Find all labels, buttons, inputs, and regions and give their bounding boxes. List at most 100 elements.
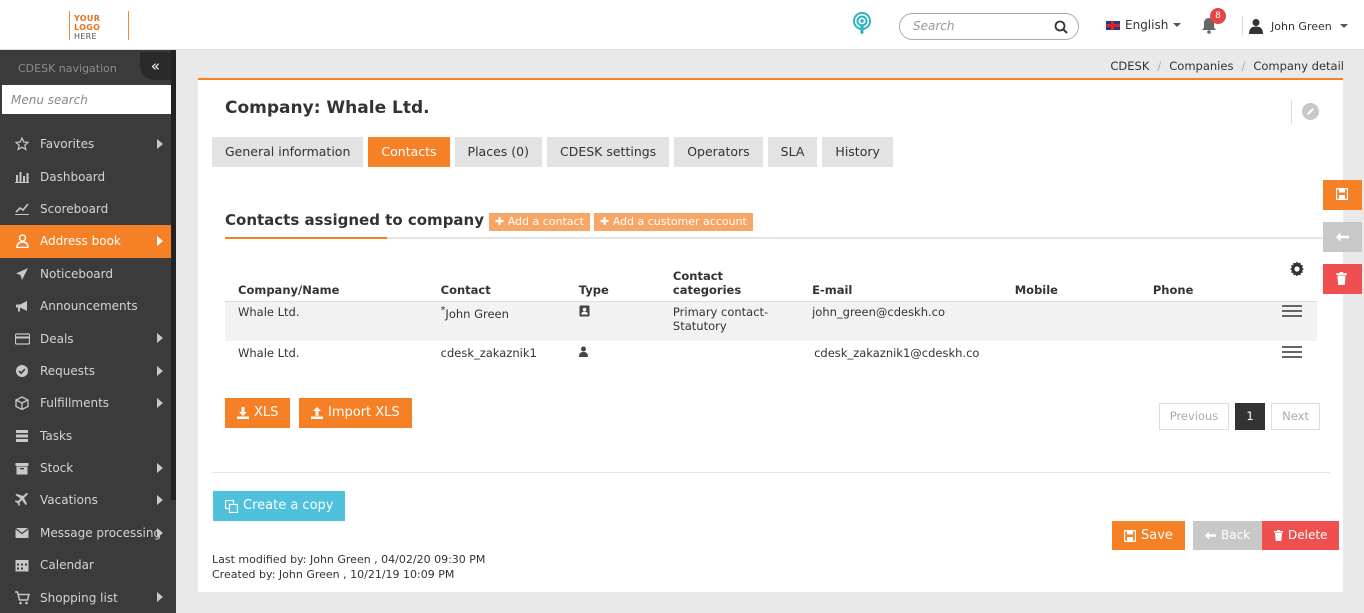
- sidebar-item-fulfillments[interactable]: Fulfillments: [0, 387, 171, 419]
- star-icon: [14, 137, 30, 151]
- sidebar-item-address-book[interactable]: Address book: [0, 225, 171, 258]
- line-chart-icon: [14, 202, 30, 216]
- language-selector[interactable]: English: [1106, 18, 1182, 32]
- row-menu-icon[interactable]: [1282, 346, 1302, 358]
- previous-page-button[interactable]: Previous: [1159, 403, 1229, 430]
- sidebar-item-calendar[interactable]: Calendar: [0, 549, 171, 581]
- sidebar-item-label: Dashboard: [40, 169, 106, 184]
- trash-icon: [1336, 272, 1347, 285]
- tab-contacts[interactable]: Contacts: [368, 137, 450, 167]
- add-customer-account-label: Add a customer account: [612, 215, 747, 228]
- breadcrumb: CDESK / Companies / Company detail: [1110, 59, 1344, 73]
- row-menu-icon[interactable]: [1282, 304, 1302, 317]
- sidebar-item-label: Vacations: [40, 493, 98, 508]
- sidebar-item-vacations[interactable]: Vacations: [0, 484, 171, 516]
- back-button[interactable]: Back: [1193, 521, 1263, 550]
- table-row[interactable]: Whale Ltd. cdesk_zakaznik1 cdesk_zakazni…: [225, 341, 1317, 379]
- cell-contact-name: cdesk_zakaznik1: [440, 346, 537, 360]
- user-name: John Green: [1271, 19, 1332, 33]
- export-xls-button[interactable]: XLS: [225, 398, 291, 428]
- sidebar-item-message-processing[interactable]: Message processing: [0, 517, 171, 549]
- column-header-contact[interactable]: Contact: [427, 260, 566, 302]
- create-copy-button[interactable]: Create a copy: [213, 491, 346, 521]
- sidebar-item-favorites[interactable]: Favorites: [0, 128, 171, 160]
- podcast-icon[interactable]: [851, 12, 873, 36]
- import-xls-button[interactable]: Import XLS: [299, 398, 412, 428]
- floating-save-button[interactable]: [1323, 180, 1362, 210]
- sidebar-item-announcements[interactable]: Announcements: [0, 290, 171, 322]
- logo-line2: HERE: [74, 32, 97, 41]
- chevron-right-icon: [157, 462, 163, 473]
- copy-icon: [225, 499, 238, 513]
- breadcrumb-companies[interactable]: Companies: [1169, 59, 1233, 73]
- sidebar-item-label: Shopping list: [40, 590, 118, 605]
- footer-divider: [212, 472, 1330, 473]
- cell-actions: [1267, 301, 1317, 341]
- breadcrumb-cdesk[interactable]: CDESK: [1110, 59, 1149, 73]
- tab-cdesk-settings[interactable]: CDESK settings: [546, 137, 670, 167]
- column-header-company[interactable]: Company/Name: [225, 260, 428, 302]
- sidebar-item-stock[interactable]: Stock: [0, 452, 171, 484]
- add-customer-account-button[interactable]: ✚ Add a customer account: [594, 213, 753, 231]
- column-header-contact-categories[interactable]: Contact categories: [659, 260, 800, 302]
- user-menu[interactable]: John Green: [1242, 16, 1348, 36]
- collapse-sidebar-button[interactable]: «: [140, 52, 171, 80]
- sidebar-item-label: Announcements: [40, 299, 138, 314]
- menu-search-input[interactable]: [2, 85, 171, 114]
- sidebar-item-label: Favorites: [40, 137, 95, 152]
- page-number-current[interactable]: 1: [1235, 403, 1265, 430]
- upload-icon: [311, 407, 323, 419]
- search-icon[interactable]: [1054, 20, 1068, 34]
- cell-email: john_green@cdeskh.co: [799, 301, 1002, 341]
- table-row[interactable]: Whale Ltd. *John Green Primary contact- …: [225, 301, 1317, 341]
- sidebar-item-scoreboard[interactable]: Scoreboard: [0, 193, 171, 225]
- archive-icon: [14, 461, 30, 475]
- tab-history[interactable]: History: [822, 137, 893, 167]
- floating-delete-button[interactable]: [1323, 264, 1362, 294]
- company-logo[interactable]: YOUR LOGO HERE: [69, 11, 129, 41]
- cell-categories: [660, 341, 799, 379]
- sidebar-item-requests[interactable]: Requests: [0, 355, 171, 387]
- delete-button[interactable]: Delete: [1262, 521, 1340, 550]
- cell-contact[interactable]: *John Green: [427, 301, 566, 341]
- sidebar-item-label: Scoreboard: [40, 201, 109, 216]
- cell-contact[interactable]: cdesk_zakaznik1: [428, 341, 566, 379]
- floating-back-button[interactable]: [1323, 222, 1362, 252]
- save-button[interactable]: Save: [1112, 521, 1185, 550]
- cell-email: cdesk_zakaznik1@cdeskh.co: [799, 341, 1002, 379]
- contacts-table: Company/Name Contact Type Contact catego…: [225, 260, 1317, 379]
- column-header-email[interactable]: E-mail: [799, 260, 1002, 302]
- chevron-right-icon: [157, 365, 163, 376]
- column-header-actions: [1267, 260, 1317, 302]
- column-header-phone[interactable]: Phone: [1139, 260, 1268, 302]
- create-copy-label: Create a copy: [243, 498, 334, 513]
- tab-places[interactable]: Places (0): [454, 137, 542, 167]
- column-header-type[interactable]: Type: [565, 260, 660, 302]
- sidebar-item-deals[interactable]: Deals: [0, 322, 171, 354]
- sidebar-item-label: Tasks: [40, 428, 73, 443]
- add-contact-button[interactable]: ✚ Add a contact: [489, 213, 590, 231]
- pencil-icon: [1302, 103, 1319, 120]
- tab-general-information[interactable]: General information: [212, 137, 364, 167]
- notification-badge: 8: [1210, 8, 1226, 24]
- edit-button[interactable]: [1291, 100, 1325, 124]
- sidebar-item-noticeboard[interactable]: Noticeboard: [0, 258, 171, 290]
- credit-card-icon: [14, 332, 30, 346]
- sidebar-item-dashboard[interactable]: Dashboard: [0, 160, 171, 192]
- search-input[interactable]: [913, 19, 1053, 33]
- delete-label: Delete: [1288, 528, 1328, 542]
- tab-sla[interactable]: SLA: [767, 137, 818, 167]
- sidebar-scrollbar[interactable]: [171, 50, 176, 500]
- sidebar: CDESK navigation « Favorites Dashboard S…: [0, 50, 176, 613]
- tab-operators[interactable]: Operators: [674, 137, 763, 167]
- plane-icon: [14, 493, 30, 507]
- sidebar-item-tasks[interactable]: Tasks: [0, 420, 171, 452]
- uk-flag-icon: [1106, 20, 1120, 30]
- export-xls-label: XLS: [254, 405, 279, 420]
- plus-icon: ✚: [495, 215, 508, 228]
- save-label: Save: [1141, 528, 1173, 543]
- sidebar-item-shopping-list[interactable]: Shopping list: [0, 581, 171, 613]
- cell-actions: [1268, 341, 1317, 379]
- next-page-button[interactable]: Next: [1271, 403, 1320, 430]
- column-header-mobile[interactable]: Mobile: [1001, 260, 1140, 302]
